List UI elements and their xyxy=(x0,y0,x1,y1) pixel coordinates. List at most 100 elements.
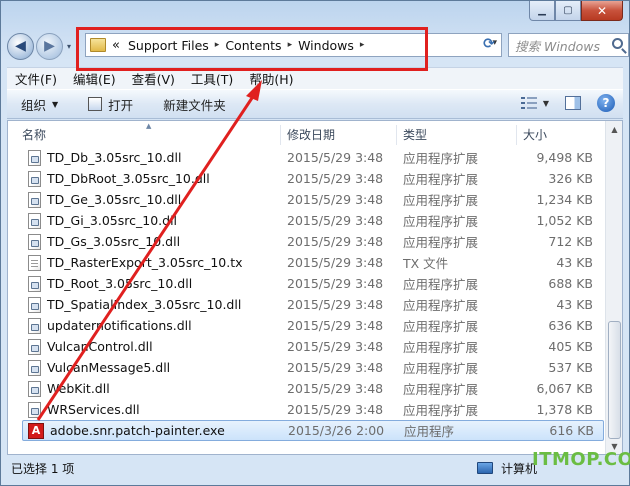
table-row[interactable]: TD_Gi_3.05src_10.dll 2015/5/29 3:48 应用程序扩展… xyxy=(8,210,604,231)
file-type: 应用程序扩展 xyxy=(403,319,479,334)
file-type: 应用程序扩展 xyxy=(403,151,479,166)
file-size: 405 KB xyxy=(548,339,593,354)
open-button[interactable]: 打开 xyxy=(68,95,143,114)
file-name: TD_DbRoot_3.05src_10.dll xyxy=(47,171,210,186)
file-name-cell: TD_DbRoot_3.05src_10.dll xyxy=(8,170,281,187)
file-type: 应用程序扩展 xyxy=(403,235,479,250)
column-date[interactable]: 修改日期 xyxy=(281,125,397,145)
table-row[interactable]: TD_Gs_3.05src_10.dll 2015/5/29 3:48 应用程序扩展… xyxy=(8,231,604,252)
file-name-cell: Aadobe.snr.patch-painter.exe xyxy=(23,422,282,439)
file-date: 2015/5/29 3:48 xyxy=(287,276,384,291)
column-type[interactable]: 类型 xyxy=(397,125,517,145)
scroll-thumb[interactable] xyxy=(608,321,621,439)
breadcrumb-separator[interactable]: ▸ xyxy=(288,40,293,50)
dll-file-icon xyxy=(28,317,41,334)
back-arrow-icon: ◀ xyxy=(15,38,26,54)
breadcrumb-contents[interactable]: Contents xyxy=(225,38,281,53)
breadcrumb-windows[interactable]: Windows xyxy=(298,38,354,53)
selection-count: 已选择 1 项 xyxy=(11,461,75,476)
file-size: 326 KB xyxy=(548,171,593,186)
file-date: 2015/5/29 3:48 xyxy=(287,318,384,333)
table-row[interactable]: WRServices.dll 2015/5/29 3:48 应用程序扩展 1,378 … xyxy=(8,399,604,420)
sort-ascending-icon: ▲ xyxy=(146,122,152,130)
file-type: 应用程序扩展 xyxy=(403,277,479,292)
search-input[interactable]: 搜索 Windows xyxy=(508,33,629,57)
column-header: ▲ 名称 修改日期 类型 大小 xyxy=(8,122,604,147)
dll-file-icon xyxy=(28,401,41,418)
computer-icon xyxy=(477,462,493,474)
preview-pane-icon[interactable] xyxy=(565,96,581,110)
text-file-icon xyxy=(28,254,41,271)
maximize-button[interactable]: ▢ xyxy=(555,1,581,21)
table-row[interactable]: VulcanMessage5.dll 2015/5/29 3:48 应用程序扩展 53… xyxy=(8,357,604,378)
navigation-row: ◀ ▶ ▾ « Support Files ▸ Contents ▸ Windo… xyxy=(7,29,629,63)
file-name: VulcanMessage5.dll xyxy=(47,360,171,375)
file-name-cell: TD_SpatialIndex_3.05src_10.dll xyxy=(8,296,281,313)
column-name[interactable]: 名称 xyxy=(8,125,281,145)
table-row[interactable]: TD_RasterExport_3.05src_10.tx 2015/5/29 3… xyxy=(8,252,604,273)
file-date: 2015/5/29 3:48 xyxy=(287,213,384,228)
status-location: 计算机 xyxy=(477,460,537,477)
menu-edit[interactable]: 编辑(E) xyxy=(65,69,124,88)
file-type: TX 文件 xyxy=(403,256,449,271)
file-name: WebKit.dll xyxy=(47,381,110,396)
file-name: TD_Db_3.05src_10.dll xyxy=(47,150,182,165)
views-icon[interactable] xyxy=(520,97,537,109)
file-date: 2015/5/29 3:48 xyxy=(287,360,384,375)
refresh-button[interactable]: ⟳ xyxy=(477,33,501,55)
dll-file-icon xyxy=(28,212,41,229)
file-size: 1,234 KB xyxy=(536,192,593,207)
organize-button[interactable]: 组织 ▼ xyxy=(7,95,68,114)
file-size: 616 KB xyxy=(549,423,594,438)
menu-file[interactable]: 文件(F) xyxy=(7,69,65,88)
table-row[interactable]: TD_Ge_3.05src_10.dll 2015/5/29 3:48 应用程序扩展… xyxy=(8,189,604,210)
file-size: 1,378 KB xyxy=(536,402,593,417)
dll-file-icon xyxy=(28,380,41,397)
help-icon[interactable]: ? xyxy=(597,94,615,112)
file-size: 1,052 KB xyxy=(536,213,593,228)
forward-button[interactable]: ▶ xyxy=(36,32,63,60)
file-size: 712 KB xyxy=(548,234,593,249)
table-row[interactable]: VulcanControl.dll 2015/5/29 3:48 应用程序扩展 405… xyxy=(8,336,604,357)
minimize-button[interactable]: ▁ xyxy=(529,1,555,21)
file-name: TD_SpatialIndex_3.05src_10.dll xyxy=(47,297,242,312)
organize-label: 组织 xyxy=(21,97,47,113)
file-name-cell: TD_Root_3.05src_10.dll xyxy=(8,275,281,292)
file-name: updaternotifications.dll xyxy=(47,318,192,333)
file-name: TD_Gs_3.05src_10.dll xyxy=(47,234,181,249)
file-name: TD_Root_3.05src_10.dll xyxy=(47,276,193,291)
address-bar[interactable]: « Support Files ▸ Contents ▸ Windows ▸ ▾ xyxy=(85,33,502,57)
file-name: adobe.snr.patch-painter.exe xyxy=(50,423,225,438)
table-row[interactable]: Aadobe.snr.patch-painter.exe 2015/3/26 2:… xyxy=(22,420,604,441)
file-name-cell: VulcanMessage5.dll xyxy=(8,359,281,376)
table-row[interactable]: updaternotifications.dll 2015/5/29 3:48 应用… xyxy=(8,315,604,336)
menu-help[interactable]: 帮助(H) xyxy=(241,69,301,88)
menu-view[interactable]: 查看(V) xyxy=(124,69,183,88)
column-size[interactable]: 大小 xyxy=(517,125,597,145)
scroll-up-icon[interactable]: ▲ xyxy=(607,121,622,137)
dll-file-icon xyxy=(28,233,41,250)
file-name: TD_Gi_3.05src_10.dll xyxy=(47,213,178,228)
vertical-scrollbar[interactable]: ▲ ▼ xyxy=(605,121,622,454)
caption-buttons: ▁ ▢ ✕ xyxy=(529,1,623,23)
views-dropdown-icon[interactable]: ▼ xyxy=(543,99,549,108)
back-button[interactable]: ◀ xyxy=(7,32,34,60)
breadcrumb-overflow[interactable]: « xyxy=(112,38,120,53)
menu-tools[interactable]: 工具(T) xyxy=(183,69,241,88)
history-dropdown[interactable]: ▾ xyxy=(63,42,75,51)
new-folder-button[interactable]: 新建文件夹 xyxy=(143,95,236,114)
close-button[interactable]: ✕ xyxy=(581,1,623,21)
file-date: 2015/5/29 3:48 xyxy=(287,381,384,396)
file-type: 应用程序扩展 xyxy=(403,382,479,397)
dll-file-icon xyxy=(28,338,41,355)
table-row[interactable]: TD_Root_3.05src_10.dll 2015/5/29 3:48 应用程序… xyxy=(8,273,604,294)
breadcrumb-separator[interactable]: ▸ xyxy=(215,40,220,50)
table-row[interactable]: WebKit.dll 2015/5/29 3:48 应用程序扩展 6,067 KB xyxy=(8,378,604,399)
table-row[interactable]: TD_Db_3.05src_10.dll 2015/5/29 3:48 应用程序扩展… xyxy=(8,147,604,168)
forward-arrow-icon: ▶ xyxy=(44,38,55,54)
search-icon[interactable] xyxy=(612,38,623,49)
table-row[interactable]: TD_DbRoot_3.05src_10.dll 2015/5/29 3:48 应用… xyxy=(8,168,604,189)
breadcrumb-separator[interactable]: ▸ xyxy=(360,40,365,50)
table-row[interactable]: TD_SpatialIndex_3.05src_10.dll 2015/5/29 … xyxy=(8,294,604,315)
breadcrumb-support-files[interactable]: Support Files xyxy=(128,38,209,53)
